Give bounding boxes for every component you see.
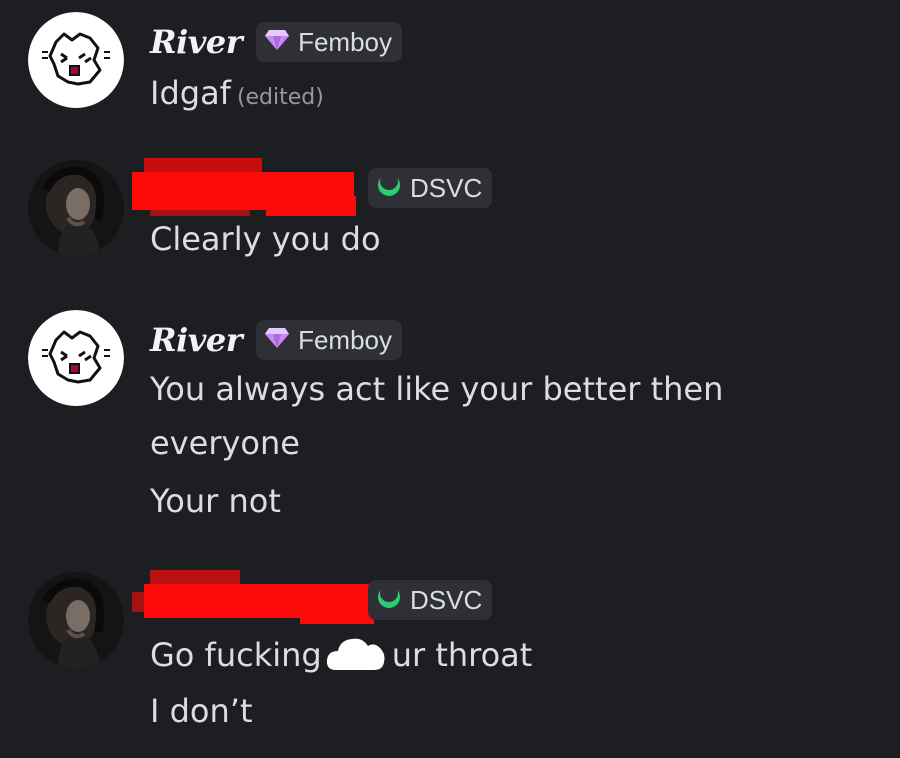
message-header: River Femboy [150, 318, 402, 362]
message-line: Your not [150, 482, 281, 520]
message-header: DSVC [368, 578, 493, 622]
avatar-redacted-user[interactable] [28, 572, 124, 668]
message-text-before: Go fucking [150, 636, 322, 674]
message-line: You always act like your better then [150, 370, 724, 408]
crescent-moon-icon [376, 583, 402, 617]
role-tag-label: Femboy [298, 324, 392, 355]
role-tag-label: Femboy [298, 26, 392, 57]
message-text-after: ur throat [391, 636, 533, 674]
role-tag-femboy[interactable]: Femboy [256, 320, 402, 360]
edited-label: (edited) [236, 85, 324, 110]
crescent-moon-icon [376, 171, 402, 205]
role-tag-dsvc[interactable]: DSVC [368, 168, 493, 208]
avatar-river[interactable] [28, 12, 124, 108]
message-header: DSVC [368, 166, 493, 210]
message-text: Clearly you do [150, 220, 381, 258]
role-tag-label: DSVC [410, 172, 483, 203]
username[interactable]: River [150, 23, 243, 61]
cloud-emoji[interactable] [324, 632, 388, 680]
message-line: everyone [150, 424, 300, 462]
message-line: Clearly you do [150, 220, 381, 258]
message-text: Go fucking ur throat [150, 632, 532, 680]
diamond-gem-icon [264, 325, 290, 356]
avatar-redacted-user[interactable] [28, 160, 124, 256]
role-tag-label: DSVC [410, 584, 483, 615]
message-line: Idgaf [150, 74, 231, 112]
message-header: River Femboy [150, 20, 402, 64]
role-tag-dsvc[interactable]: DSVC [368, 580, 493, 620]
username[interactable]: River [150, 321, 243, 359]
role-tag-femboy[interactable]: Femboy [256, 22, 402, 62]
message-text: Idgaf (edited) [150, 74, 324, 112]
message-line: I don’t [150, 692, 253, 730]
diamond-gem-icon [264, 27, 290, 58]
avatar-river[interactable] [28, 310, 124, 406]
